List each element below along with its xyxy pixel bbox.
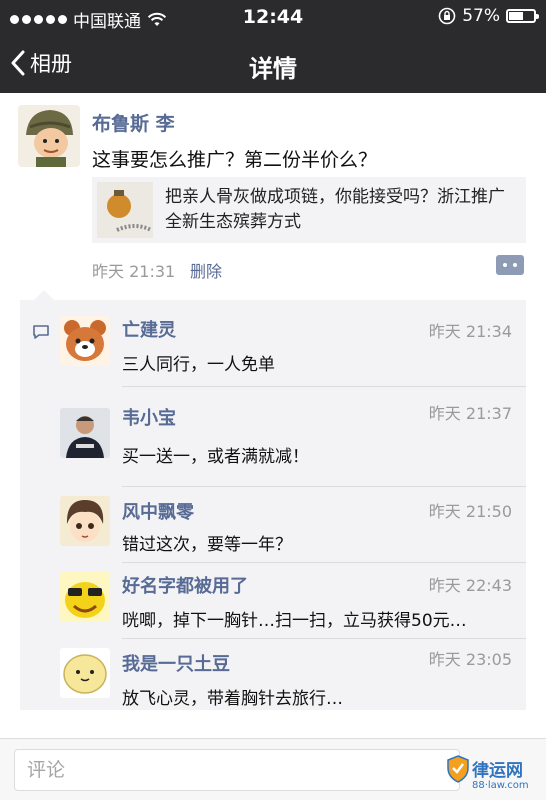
delete-button[interactable]: 删除 bbox=[190, 258, 222, 282]
link-thumbnail bbox=[97, 182, 153, 238]
comment-divider bbox=[122, 562, 526, 563]
soldier-avatar-image bbox=[18, 105, 80, 167]
commenter-avatar[interactable] bbox=[60, 572, 110, 622]
commenter-name[interactable]: 韦小宝 bbox=[122, 404, 176, 430]
comment-time: 昨天 21:37 bbox=[428, 404, 512, 423]
commenter-avatar[interactable] bbox=[60, 408, 110, 458]
commenter-name[interactable]: 亡建灵 bbox=[122, 316, 176, 342]
commenter-avatar[interactable] bbox=[60, 648, 110, 698]
watermark-text: 律运网 bbox=[472, 761, 523, 781]
battery-icon bbox=[506, 9, 539, 23]
comment-divider bbox=[122, 386, 526, 387]
comments-section: 亡建灵 昨天 21:34 三人同行，一人免单 韦小宝 昨天 21:37 买一送一… bbox=[20, 290, 526, 710]
potato-avatar-image bbox=[60, 648, 110, 698]
commenter-avatar[interactable] bbox=[60, 316, 110, 366]
watermark-logo: 律运网 88·law.com bbox=[446, 753, 542, 797]
navigation-bar: 相册 详情 bbox=[0, 36, 546, 93]
comment-text: 买一送一，或者满就减！ bbox=[122, 447, 309, 467]
status-right: 57% bbox=[438, 6, 539, 26]
comment-text: 咣唧，掉下一胸针…扫一扫，立马获得50元… bbox=[122, 611, 467, 631]
comment-bar: 律运网 88·law.com bbox=[0, 738, 546, 800]
comment-time: 昨天 21:50 bbox=[428, 502, 512, 521]
shared-link-card[interactable]: 把亲人骨灰做成项链，你能接受吗？浙江推广全新生态殡葬方式 bbox=[92, 177, 526, 243]
necklace-thumbnail-image bbox=[97, 182, 153, 238]
yellow-cartoon-avatar-image bbox=[60, 572, 110, 622]
comment-text: 三人同行，一人免单 bbox=[122, 355, 275, 375]
bear-avatar-image bbox=[60, 316, 110, 366]
comment-like-menu-button[interactable] bbox=[496, 255, 524, 275]
shield-logo-icon bbox=[447, 755, 469, 783]
commenter-name[interactable]: 我是一只土豆 bbox=[122, 650, 230, 676]
comment-bubble-icon bbox=[33, 325, 49, 339]
author-name[interactable]: 布鲁斯 李 bbox=[92, 109, 175, 136]
person-avatar-image bbox=[60, 408, 110, 458]
comment-divider bbox=[122, 638, 526, 639]
status-bar: 中国联通 12:44 57% bbox=[0, 0, 546, 36]
rotation-lock-icon bbox=[438, 7, 456, 25]
comment-divider bbox=[122, 486, 526, 487]
commenter-avatar[interactable] bbox=[60, 496, 110, 546]
post-timestamp: 昨天 21:31 bbox=[92, 262, 176, 281]
comment-input[interactable] bbox=[14, 749, 460, 791]
comment-text: 错过这次，要等一年？ bbox=[122, 535, 292, 555]
comment-time: 昨天 23:05 bbox=[428, 650, 512, 669]
commenter-name[interactable]: 风中飘零 bbox=[122, 498, 194, 524]
battery-percent: 57% bbox=[462, 6, 500, 26]
comment-time: 昨天 21:34 bbox=[428, 322, 512, 341]
comment-text: 放飞心灵，带着胸针去旅行… bbox=[122, 689, 343, 709]
comment-time: 昨天 22:43 bbox=[428, 576, 512, 595]
anime-boy-avatar-image bbox=[60, 496, 110, 546]
commenter-name[interactable]: 好名字都被用了 bbox=[122, 572, 248, 598]
watermark-url: 88·law.com bbox=[472, 780, 529, 791]
author-avatar[interactable] bbox=[18, 105, 80, 167]
post-text: 这事要怎么推广？第二份半价么？ bbox=[92, 149, 378, 171]
link-title: 把亲人骨灰做成项链，你能接受吗？浙江推广全新生态殡葬方式 bbox=[165, 187, 505, 232]
page-title: 详情 bbox=[249, 55, 297, 83]
